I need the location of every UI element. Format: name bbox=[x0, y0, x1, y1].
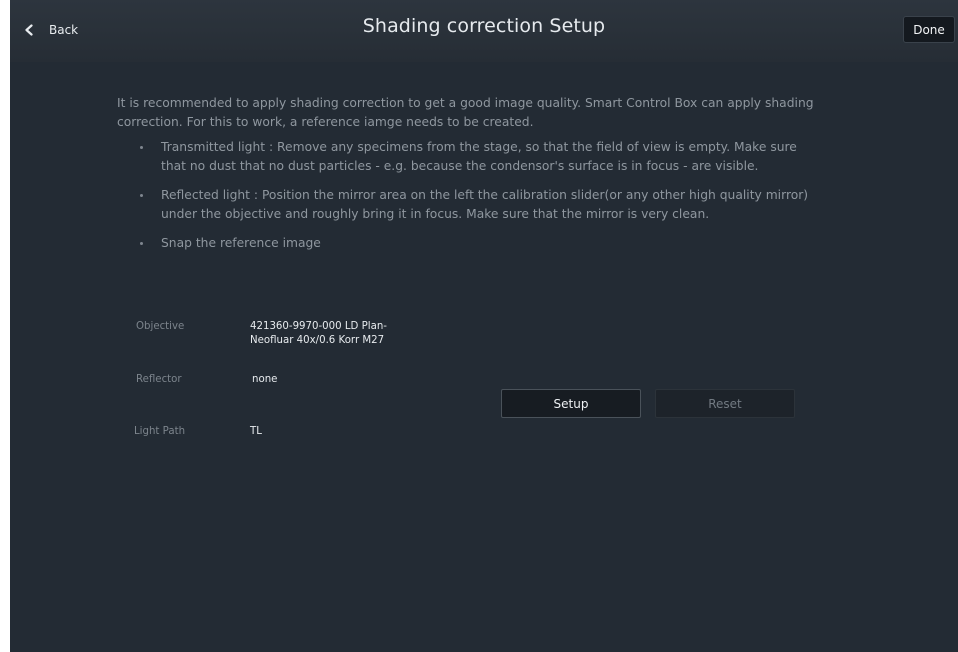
light-path-label: Light Path bbox=[134, 426, 186, 437]
light-path-value: TL bbox=[250, 426, 262, 437]
instruction-item: Reflected light : Position the mirror ar… bbox=[135, 186, 815, 224]
instruction-text: Snap the reference image bbox=[161, 236, 321, 250]
instruction-item: Snap the reference image bbox=[135, 234, 815, 253]
main-content: It is recommended to apply shading corre… bbox=[10, 62, 958, 652]
intro-text: It is recommended to apply shading corre… bbox=[117, 96, 814, 129]
shading-correction-window: Back Shading correction Setup Done It is… bbox=[10, 0, 958, 652]
bullet-icon bbox=[140, 242, 143, 245]
setup-button[interactable]: Setup bbox=[501, 389, 641, 418]
instruction-text: Transmitted light : Remove any specimens… bbox=[161, 140, 797, 173]
instruction-text: Reflected light : Position the mirror ar… bbox=[161, 188, 809, 221]
objective-value: 421360-9970-000 LD Plan-Neofluar 40x/0.6… bbox=[250, 321, 387, 346]
bullet-icon bbox=[140, 146, 143, 149]
objective-label: Objective bbox=[136, 321, 185, 332]
instruction-item: Transmitted light : Remove any specimens… bbox=[135, 138, 815, 176]
page-title: Shading correction Setup bbox=[362, 15, 606, 37]
header-bar: Back Shading correction Setup Done bbox=[10, 0, 958, 62]
done-button[interactable]: Done bbox=[903, 16, 955, 43]
instruction-list: Transmitted light : Remove any specimens… bbox=[135, 138, 815, 263]
reflector-value: none bbox=[252, 374, 278, 385]
reflector-label: Reflector bbox=[136, 374, 182, 385]
bullet-icon bbox=[140, 194, 143, 197]
reset-button[interactable]: Reset bbox=[655, 389, 795, 418]
